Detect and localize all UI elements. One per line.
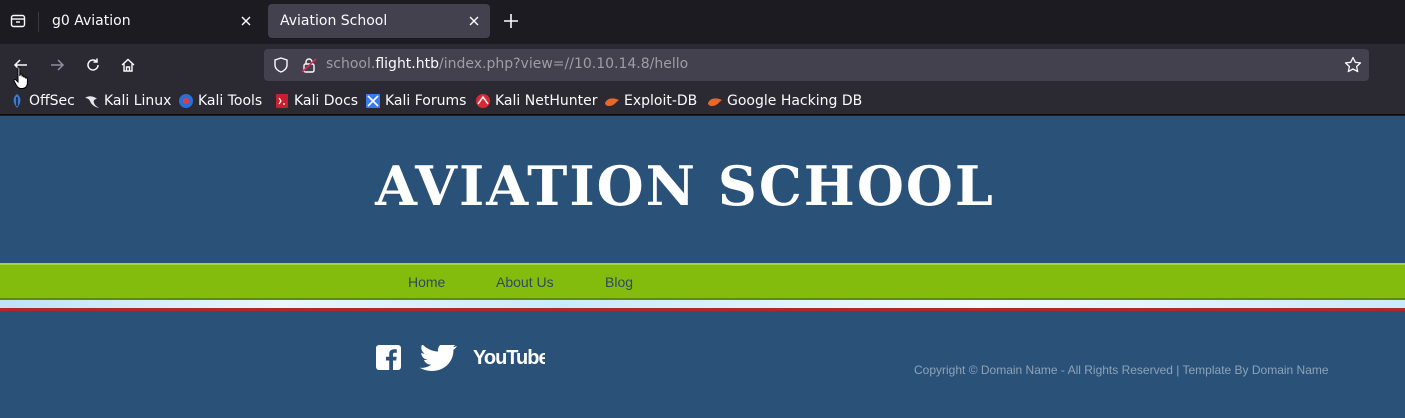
hand-cursor-icon (13, 66, 28, 89)
kali-nethunter-icon (476, 94, 490, 108)
bookmark-google-hacking-db[interactable]: Google Hacking DB (707, 91, 862, 111)
menu-item-blog[interactable]: Blog (605, 274, 633, 290)
tab-aviation-school[interactable]: Aviation School (268, 4, 490, 38)
kali-dragon-icon (85, 96, 99, 108)
close-icon[interactable] (466, 13, 482, 29)
copyright-text: Copyright © Domain Name - All Rights Res… (914, 363, 1329, 377)
bookmark-kali-linux[interactable]: Kali Linux (84, 91, 171, 111)
close-icon[interactable] (238, 13, 254, 29)
ghdb-icon (708, 98, 722, 106)
youtube-you-text: YouTube (473, 347, 545, 369)
bookmark-star-icon[interactable] (1343, 55, 1363, 75)
exploit-db-icon (605, 98, 619, 106)
twitter-icon[interactable] (420, 345, 458, 373)
banner-strip (0, 300, 1405, 308)
tab-list-icon (10, 14, 26, 28)
list-all-tabs-button[interactable] (6, 9, 30, 33)
new-tab-plus-icon[interactable] (500, 10, 522, 32)
home-button[interactable] (116, 53, 140, 77)
reload-button[interactable] (81, 53, 105, 77)
insecure-lock-icon[interactable] (300, 56, 318, 74)
web-page: AVIATION SCHOOL Home About Us Blog YouTu… (0, 116, 1405, 418)
menu-item-home[interactable]: Home (408, 274, 445, 290)
main-menu: Home About Us Blog (0, 263, 1405, 300)
kali-forums-icon (366, 94, 380, 108)
tab-g0-aviation[interactable]: g0 Aviation (40, 4, 262, 38)
tab-strip: g0 Aviation Aviation School (0, 0, 1405, 44)
kali-tools-icon (179, 94, 193, 108)
bookmark-label: OffSec (29, 93, 75, 109)
bookmark-kali-tools[interactable]: Kali Tools (178, 91, 262, 111)
bookmarks-toolbar: OffSec Kali Linux Kali Tools Kali Docs K… (0, 86, 1405, 115)
bookmark-label: Kali Docs (294, 93, 359, 109)
bookmark-label: Kali Tools (198, 93, 263, 109)
tab-separator (38, 12, 39, 32)
url-text[interactable]: school.flight.htb/index.php?view=//10.10… (326, 56, 688, 72)
forward-button[interactable] (45, 53, 69, 77)
facebook-icon[interactable] (376, 345, 401, 370)
bookmark-kali-docs[interactable]: Kali Docs (274, 91, 358, 111)
bookmark-label: Kali NetHunter (495, 93, 598, 109)
site-header: AVIATION SCHOOL (0, 116, 1405, 263)
bookmark-label: Kali Linux (104, 93, 172, 109)
menu-item-about-us[interactable]: About Us (496, 274, 554, 290)
url-host: flight.htb (375, 56, 439, 72)
bookmark-offsec[interactable]: OffSec (9, 91, 75, 111)
kali-docs-icon (276, 94, 288, 108)
offsec-icon (13, 94, 21, 108)
url-bar[interactable]: school.flight.htb/index.php?view=//10.10… (264, 49, 1369, 81)
bookmark-label: Google Hacking DB (727, 93, 863, 109)
bookmark-kali-forums[interactable]: Kali Forums (365, 91, 466, 111)
navigation-toolbar: school.flight.htb/index.php?view=//10.10… (0, 44, 1405, 86)
bookmark-exploit-db[interactable]: Exploit-DB (604, 91, 697, 111)
site-title: AVIATION SCHOOL (375, 154, 995, 218)
reload-icon (87, 58, 99, 71)
home-icon (121, 58, 135, 72)
bookmark-label: Exploit-DB (624, 93, 698, 109)
url-subdomain: school. (326, 56, 376, 72)
arrow-right-icon (51, 59, 65, 71)
tab-title: Aviation School (280, 13, 388, 29)
bookmark-label: Kali Forums (385, 93, 467, 109)
url-path: /index.php?view=//10.10.14.8/hello (439, 56, 689, 72)
tab-title: g0 Aviation (52, 13, 131, 29)
site-footer: YouTube Copyright © Domain Name - All Ri… (0, 311, 1405, 418)
youtube-icon[interactable]: YouTube (473, 342, 550, 372)
shield-icon[interactable] (272, 56, 290, 74)
bookmark-kali-nethunter[interactable]: Kali NetHunter (475, 91, 597, 111)
youtube-logo: YouTube (473, 347, 550, 369)
